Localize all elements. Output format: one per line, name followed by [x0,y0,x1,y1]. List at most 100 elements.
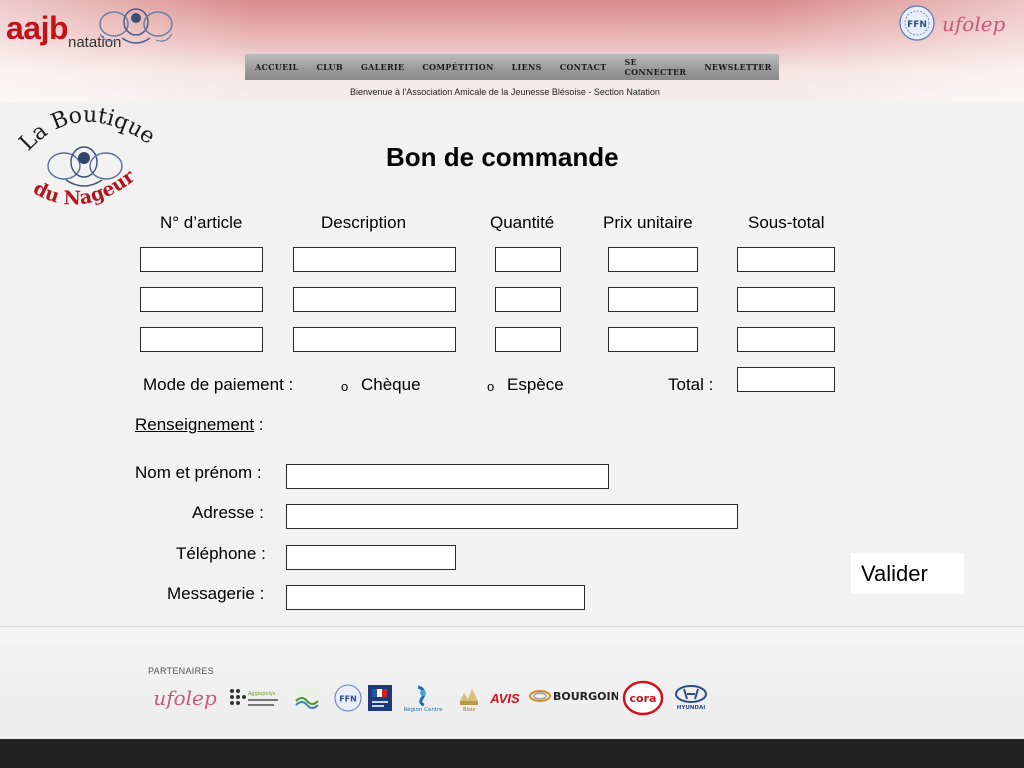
phone-input[interactable] [287,546,455,569]
phone-field[interactable] [286,545,456,570]
quantity-input-3[interactable] [496,328,560,351]
description-field-2[interactable] [293,287,456,312]
subtotal-input-3[interactable] [738,328,834,351]
quantity-field-1[interactable] [495,247,561,272]
nav-club[interactable]: CLUB [316,62,343,72]
boutique-logo-line1: La Boutique [18,104,156,156]
quantity-field-3[interactable] [495,327,561,352]
unit-price-input-3[interactable] [609,328,697,351]
partner-blois[interactable]: Blois [454,682,484,714]
total-field[interactable] [737,367,835,392]
cora-logo-icon: cora [622,680,664,716]
quantity-input-2[interactable] [496,288,560,311]
article-field-1[interactable] [140,247,263,272]
renseignement-colon: : [254,415,264,434]
renseignement-label: Renseignement [135,415,255,434]
hyundai-logo-text: HYUNDAI [677,705,706,711]
nav-liens[interactable]: LIENS [512,62,542,72]
subtotal-field-1[interactable] [737,247,835,272]
nav-galerie[interactable]: GALERIE [361,62,404,72]
description-field-1[interactable] [293,247,456,272]
unit-price-input-2[interactable] [609,288,697,311]
partner-region-centre[interactable]: Région Centre [398,682,448,714]
email-input[interactable] [287,586,584,609]
region-centre-logo-text: Région Centre [404,706,444,713]
swimmers-mascot-icon [99,8,173,44]
quantity-field-2[interactable] [495,287,561,312]
partners-title: PARTENAIRES [148,666,214,676]
partner-agglopolys[interactable]: Agglopolys [226,682,282,714]
subtotal-field-3[interactable] [737,327,835,352]
name-input[interactable] [287,465,608,488]
nav-se-connecter[interactable]: SE CONNECTER [624,57,686,77]
total-label: Total : [668,375,714,394]
total-input[interactable] [738,368,834,391]
ffn-logo-icon[interactable]: FFN [898,4,936,42]
partner-republique[interactable] [368,682,392,714]
partner-bourgoin[interactable]: BOURGOIN [528,682,618,714]
bottom-bar [0,739,1024,768]
republique-francaise-logo-icon [368,685,392,711]
page-title: Bon de commande [386,142,619,172]
unit-price-field-2[interactable] [608,287,698,312]
nav-accueil[interactable]: ACCUEIL [255,62,298,72]
partner-ufolep[interactable]: ufolep [152,682,218,714]
col-header-unit-price: Prix unitaire [603,213,693,232]
unit-price-field-3[interactable] [608,327,698,352]
payment-mode-label: Mode de paiement : [143,375,294,394]
partner-loir-et-cher[interactable] [292,682,322,714]
boutique-du-nageur-logo: La Boutique du Nageur [18,104,156,210]
ffn-logo-text: FFN [907,20,927,30]
col-header-quantity: Quantité [490,213,555,232]
col-header-subtotal: Sous-total [748,213,825,232]
subtotal-field-2[interactable] [737,287,835,312]
radio-espece[interactable]: o [487,380,494,393]
description-input-2[interactable] [294,288,455,311]
name-field[interactable] [286,464,609,489]
bourgoin-logo-icon: BOURGOIN [529,690,618,703]
quantity-input-1[interactable] [496,248,560,271]
region-centre-logo-icon: Région Centre [404,685,444,713]
address-label: Adresse : [192,503,264,522]
renseignement-heading: Renseignement : [135,415,264,435]
site-logo[interactable]: aajb [6,10,69,47]
partner-ffn[interactable]: FFN [332,682,364,714]
welcome-message: Bienvenue à l'Association Amicale de la … [350,87,660,97]
payment-option-espece[interactable]: Espèce [507,375,564,395]
article-input-3[interactable] [141,328,262,351]
nav-newsletter[interactable]: NEWSLETTER [704,62,771,72]
subtotal-input-2[interactable] [738,288,834,311]
subtotal-input-1[interactable] [738,248,834,271]
ffn-footer-logo-icon: FFN [334,684,362,712]
hyundai-logo-icon: HYUNDAI [675,685,707,711]
ufolep-logo[interactable]: ufolep [942,12,1005,36]
description-field-3[interactable] [293,327,456,352]
email-field[interactable] [286,585,585,610]
radio-cheque[interactable]: o [341,380,348,393]
article-input-1[interactable] [141,248,262,271]
submit-button[interactable]: Valider [851,553,964,594]
article-input-2[interactable] [141,288,262,311]
address-field[interactable] [286,504,738,529]
unit-price-field-1[interactable] [608,247,698,272]
unit-price-input-1[interactable] [609,248,697,271]
email-label: Messagerie : [167,584,265,603]
address-input[interactable] [287,505,737,528]
partner-hyundai[interactable]: HYUNDAI [670,682,712,714]
description-input-1[interactable] [294,248,455,271]
article-field-2[interactable] [140,287,263,312]
svg-text:du Nageur: du Nageur [30,165,140,210]
agglopolys-logo-text: Agglopolys [248,691,276,697]
blois-logo-icon: Blois [460,689,478,713]
phone-label: Téléphone : [176,544,266,563]
nav-competition[interactable]: COMPÉTITION [422,62,493,72]
description-input-3[interactable] [294,328,455,351]
article-field-3[interactable] [140,327,263,352]
nav-contact[interactable]: CONTACT [560,62,607,72]
loir-et-cher-logo-icon [295,688,319,709]
payment-option-cheque[interactable]: Chèque [361,375,421,395]
avis-logo-text: AVIS [490,690,520,706]
partner-ufolep-text: ufolep [153,686,217,710]
partner-avis[interactable]: AVIS [488,682,522,714]
partner-cora[interactable]: cora [622,680,664,716]
